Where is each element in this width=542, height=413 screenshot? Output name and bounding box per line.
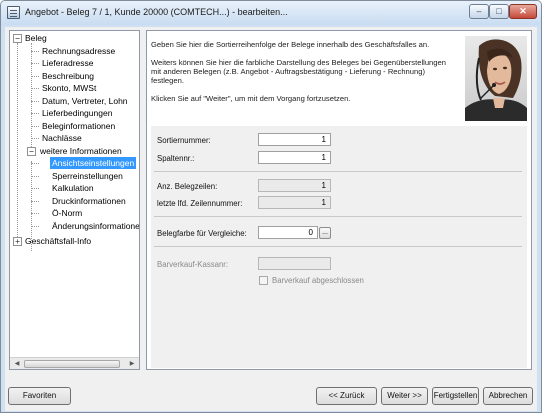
tree-node-druckinformationen[interactable]: Druckinformationen xyxy=(50,195,128,207)
letzte-zeilennummer-value: 1 xyxy=(258,196,331,209)
tree-content: − Beleg Rechnungsadresse Lieferadresse B… xyxy=(10,31,139,358)
tree-connector xyxy=(17,43,18,243)
navigation-tree[interactable]: − Beleg Rechnungsadresse Lieferadresse B… xyxy=(9,30,140,370)
tree-horizontal-scrollbar[interactable]: ◀ ▶ xyxy=(10,357,139,369)
barverkauf-kassanr-input[interactable] xyxy=(258,257,331,270)
tree-node-ansichtseinstellungen[interactable]: Ansichtseinstellungen xyxy=(50,157,137,169)
finish-button[interactable]: Fertigstellen xyxy=(432,387,479,405)
tree-expander-weitere[interactable]: − xyxy=(27,147,36,156)
back-button[interactable]: << Zurück xyxy=(316,387,377,405)
tree-branch xyxy=(31,76,39,77)
letzte-zeilennummer-label: letzte lfd. Zeilennummer: xyxy=(157,199,243,208)
info-text: Geben Sie hier die Sortierreihenfolge de… xyxy=(151,40,456,112)
spaltennr-input[interactable]: 1 xyxy=(258,151,331,164)
support-agent-photo xyxy=(465,36,527,121)
divider xyxy=(154,216,522,217)
tree-branch xyxy=(31,201,39,202)
tree-branch xyxy=(31,51,39,52)
tree-connector xyxy=(31,43,32,153)
barverkauf-abgeschlossen-checkbox[interactable] xyxy=(259,276,268,285)
maximize-button[interactable]: □ xyxy=(489,4,509,19)
tree-expander-beleg[interactable]: − xyxy=(13,34,22,43)
tree-node-aenderungsinformationen[interactable]: Änderungsinformatione xyxy=(50,220,139,232)
sortiernummer-input[interactable]: 1 xyxy=(258,133,331,146)
barverkauf-kassanr-label: Barverkauf-Kassanr: xyxy=(157,260,229,269)
tree-node-rechnungsadresse[interactable]: Rechnungsadresse xyxy=(40,45,117,57)
title-bar[interactable]: Angebot - Beleg 7 / 1, Kunde 20000 (COMT… xyxy=(1,1,541,25)
sortiernummer-label: Sortiernummer: xyxy=(157,136,211,145)
tree-node-lieferbedingungen[interactable]: Lieferbedingungen xyxy=(40,107,114,119)
color-picker-button[interactable]: ... xyxy=(319,227,331,239)
tree-node-beleg[interactable]: Beleg xyxy=(23,32,49,44)
tree-node-nachlaesse[interactable]: Nachlässe xyxy=(40,132,84,144)
tree-branch xyxy=(31,176,39,177)
settings-content: Sortiernummer: 1 Spaltennr.: 1 Anz. Bele… xyxy=(151,126,527,368)
minimize-button[interactable]: ‒ xyxy=(469,4,489,19)
tree-node-sperreinstellungen[interactable]: Sperreinstellungen xyxy=(50,170,125,182)
tree-node-geschaeftsfall-info[interactable]: Geschäftsfall-Info xyxy=(23,235,93,247)
tree-branch xyxy=(31,213,39,214)
scroll-left-arrow-icon[interactable]: ◀ xyxy=(11,359,23,369)
tree-branch xyxy=(31,101,39,102)
spaltennr-label: Spaltennr.: xyxy=(157,154,195,163)
next-button[interactable]: Weiter >> xyxy=(381,387,428,405)
tree-branch xyxy=(31,88,39,89)
support-agent-icon xyxy=(465,36,527,121)
scroll-right-arrow-icon[interactable]: ▶ xyxy=(126,359,138,369)
scroll-thumb[interactable] xyxy=(24,360,120,368)
tree-node-beschreibung[interactable]: Beschreibung xyxy=(40,70,96,82)
client-area: − Beleg Rechnungsadresse Lieferadresse B… xyxy=(5,27,537,411)
tree-branch xyxy=(31,138,39,139)
belegfarbe-label: Belegfarbe für Vergleiche: xyxy=(157,229,247,238)
favoriten-button[interactable]: Favoriten xyxy=(8,387,71,405)
divider xyxy=(154,171,522,172)
tree-node-datum-vertreter-lohn[interactable]: Datum, Vertreter, Lohn xyxy=(40,95,130,107)
divider xyxy=(154,246,522,247)
document-icon xyxy=(7,6,20,19)
tree-node-oe-norm[interactable]: Ö-Norm xyxy=(50,207,84,219)
tree-node-skonto-mwst[interactable]: Skonto, MWSt xyxy=(40,82,98,94)
tree-branch xyxy=(31,126,39,127)
tree-branch xyxy=(31,63,39,64)
tree-node-beleginformationen[interactable]: Beleginformationen xyxy=(40,120,117,132)
info-paragraph-2: Weiters können Sie hier die farbliche Da… xyxy=(151,58,446,85)
tree-branch xyxy=(31,188,39,189)
tree-branch xyxy=(31,226,39,227)
info-paragraph-3: Klicken Sie auf "Weiter", um mit dem Vor… xyxy=(151,94,351,103)
dialog-window: Angebot - Beleg 7 / 1, Kunde 20000 (COMT… xyxy=(0,0,542,413)
tree-node-kalkulation[interactable]: Kalkulation xyxy=(50,182,96,194)
close-button[interactable]: ✕ xyxy=(509,4,537,19)
tree-expander-geschaeftsfall[interactable]: + xyxy=(13,237,22,246)
info-paragraph-1: Geben Sie hier die Sortierreihenfolge de… xyxy=(151,40,430,49)
barverkauf-abgeschlossen-label: Barverkauf abgeschlossen xyxy=(272,276,364,285)
tree-branch xyxy=(31,163,39,164)
tree-branch xyxy=(31,113,39,114)
anz-belegzeilen-label: Anz. Belegzeilen: xyxy=(157,182,218,191)
anz-belegzeilen-value: 1 xyxy=(258,179,331,192)
window-title: Angebot - Beleg 7 / 1, Kunde 20000 (COMT… xyxy=(25,7,288,17)
tree-node-weitere-informationen[interactable]: weitere Informationen xyxy=(38,145,124,157)
belegfarbe-input[interactable]: 0 xyxy=(258,226,318,239)
cancel-button[interactable]: Abbrechen xyxy=(483,387,533,405)
main-panel: Geben Sie hier die Sortierreihenfolge de… xyxy=(146,30,532,370)
tree-node-lieferadresse[interactable]: Lieferadresse xyxy=(40,57,96,69)
